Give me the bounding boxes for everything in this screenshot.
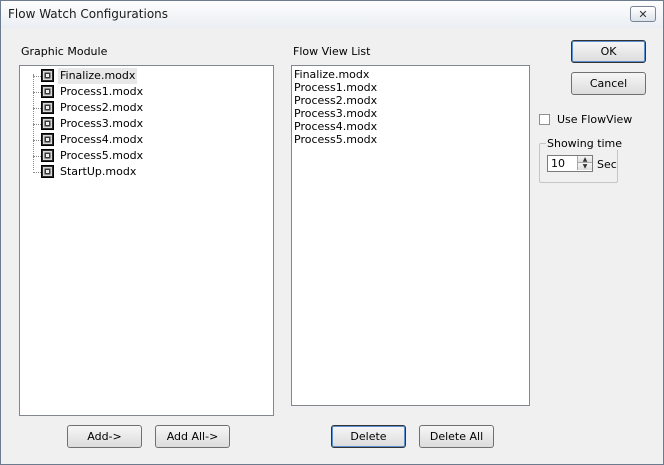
- file-icon: [41, 101, 54, 114]
- spin-up-button[interactable]: ▲: [577, 156, 592, 163]
- window-title: Flow Watch Configurations: [8, 7, 169, 21]
- flow-view-list-label: Flow View List: [293, 45, 371, 58]
- file-icon: [41, 133, 54, 146]
- list-item[interactable]: Process1.modx: [294, 81, 377, 94]
- cancel-button[interactable]: Cancel: [571, 72, 646, 95]
- close-icon: ✕: [638, 7, 648, 21]
- delete-all-button[interactable]: Delete All: [419, 425, 494, 448]
- showing-time-title: Showing time: [546, 137, 624, 150]
- list-item[interactable]: Process5.modx: [294, 133, 377, 146]
- close-button[interactable]: ✕: [630, 6, 656, 22]
- graphic-module-label: Graphic Module: [21, 45, 108, 58]
- tree-item-label: Process3.modx: [60, 117, 144, 130]
- add-button[interactable]: Add->: [67, 425, 142, 448]
- list-item[interactable]: Process2.modx: [294, 94, 377, 107]
- use-flowview-checkbox[interactable]: [539, 114, 550, 125]
- file-icon: [41, 85, 54, 98]
- delete-button[interactable]: Delete: [331, 425, 406, 448]
- tree-item-label: Finalize.modx: [58, 68, 138, 84]
- chevron-down-icon: ▼: [582, 163, 588, 170]
- file-icon: [41, 117, 54, 130]
- showing-time-input[interactable]: 10 ▲ ▼: [547, 155, 593, 172]
- use-flowview-label: Use FlowView: [557, 113, 633, 126]
- tree-item-label: Process5.modx: [60, 149, 144, 162]
- tree-item-label: Process1.modx: [60, 85, 144, 98]
- ok-button[interactable]: OK: [571, 40, 646, 63]
- list-item[interactable]: Process3.modx: [294, 107, 377, 120]
- add-all-button[interactable]: Add All->: [155, 425, 230, 448]
- tree-item-label: StartUp.modx: [60, 165, 137, 178]
- file-icon: [41, 165, 54, 178]
- flow-view-listbox[interactable]: Finalize.modx Process1.modx Process2.modx P…: [291, 65, 530, 406]
- tree-item-label: Process4.modx: [60, 133, 144, 146]
- title-bar: Flow Watch Configurations ✕: [1, 1, 663, 28]
- showing-time-unit: Sec: [597, 158, 617, 171]
- file-icon: [41, 69, 54, 82]
- showing-time-value: 10: [551, 157, 565, 170]
- tree-item-label: Process2.modx: [60, 101, 144, 114]
- graphic-module-tree[interactable]: Finalize.modx Process1.modx Process2.modx P…: [19, 65, 274, 416]
- file-icon: [41, 149, 54, 162]
- chevron-up-icon: ▲: [582, 156, 588, 163]
- spin-down-button[interactable]: ▼: [577, 163, 592, 170]
- list-item[interactable]: Finalize.modx: [294, 68, 369, 81]
- list-item[interactable]: Process4.modx: [294, 120, 377, 133]
